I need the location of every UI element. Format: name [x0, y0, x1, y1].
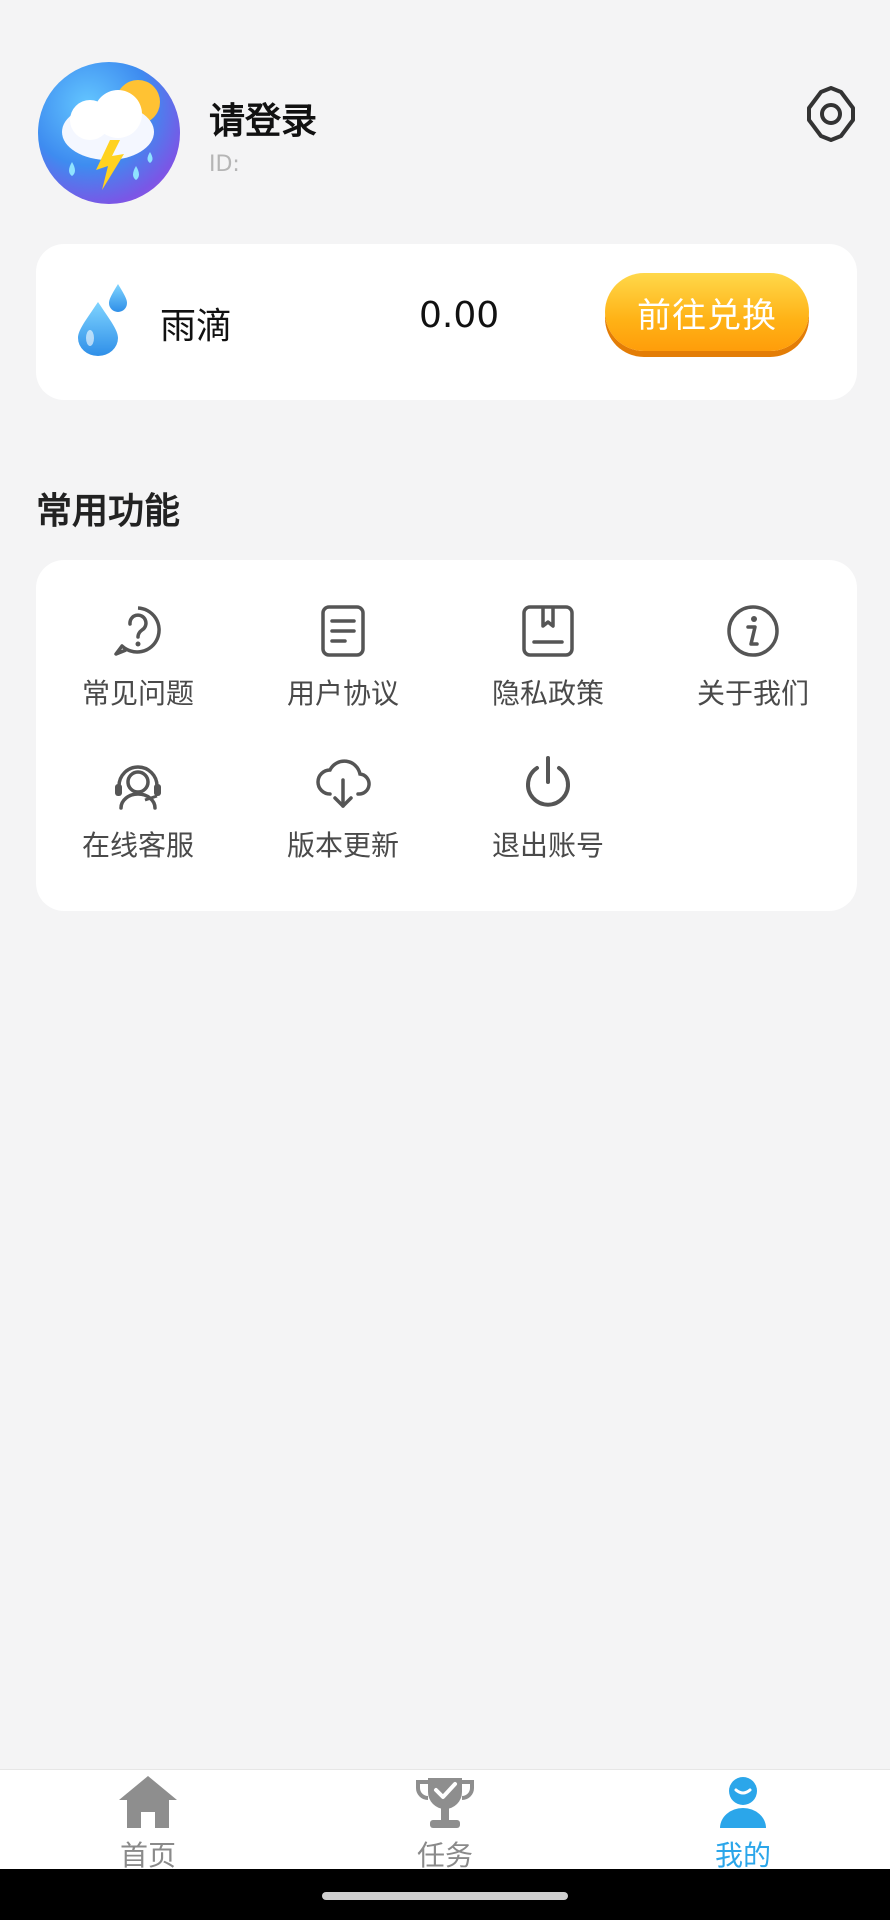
logout-item[interactable]: 退出账号	[448, 756, 648, 864]
raindrop-balance: 0.00	[419, 295, 500, 336]
gear-icon[interactable]	[801, 84, 861, 144]
tab-mine-label: 我的	[714, 1839, 771, 1872]
faq-label: 常见问题	[81, 677, 194, 710]
section-title: 常用功能	[36, 491, 181, 532]
privacy-policy-item[interactable]: 隐私政策	[448, 604, 648, 712]
user-agreement-label: 用户协议	[286, 677, 399, 710]
about-us-item[interactable]: 关于我们	[653, 604, 853, 712]
power-icon	[526, 756, 570, 807]
logout-label: 退出账号	[491, 829, 604, 862]
user-agreement-item[interactable]: 用户协议	[243, 604, 443, 712]
tab-tasks-label: 任务	[416, 1839, 473, 1872]
document-icon	[321, 605, 365, 657]
about-us-label: 关于我们	[696, 677, 809, 710]
trophy-icon	[416, 1778, 474, 1828]
tab-tasks[interactable]: 任务	[345, 1770, 545, 1874]
home-indicator[interactable]	[322, 1892, 568, 1900]
user-id: ID:	[209, 152, 240, 177]
version-update-label: 版本更新	[286, 829, 399, 862]
info-icon	[727, 605, 779, 657]
user-icon	[720, 1777, 766, 1828]
version-update-item[interactable]: 版本更新	[243, 756, 443, 864]
raindrop-label: 雨滴	[160, 306, 233, 347]
online-service-item[interactable]: 在线客服	[38, 756, 238, 864]
tab-home[interactable]: 首页	[48, 1770, 248, 1874]
tab-mine[interactable]: 我的	[643, 1770, 843, 1874]
bookmark-doc-icon	[522, 605, 574, 657]
raindrop-icon	[76, 282, 130, 356]
bottom-nav: 首页 任务 我的	[0, 1769, 890, 1872]
question-icon	[114, 606, 161, 656]
headset-icon	[115, 765, 161, 810]
tab-home-label: 首页	[119, 1839, 176, 1872]
online-service-label: 在线客服	[81, 829, 194, 862]
faq-item[interactable]: 常见问题	[38, 604, 238, 712]
weather-icon	[62, 80, 160, 190]
cloud-download-icon	[316, 759, 371, 808]
exchange-button[interactable]: 前往兑换	[605, 273, 809, 351]
privacy-policy-label: 隐私政策	[491, 677, 604, 710]
login-prompt[interactable]: 请登录	[209, 92, 317, 144]
app-avatar[interactable]	[38, 62, 180, 204]
home-icon	[119, 1776, 177, 1828]
